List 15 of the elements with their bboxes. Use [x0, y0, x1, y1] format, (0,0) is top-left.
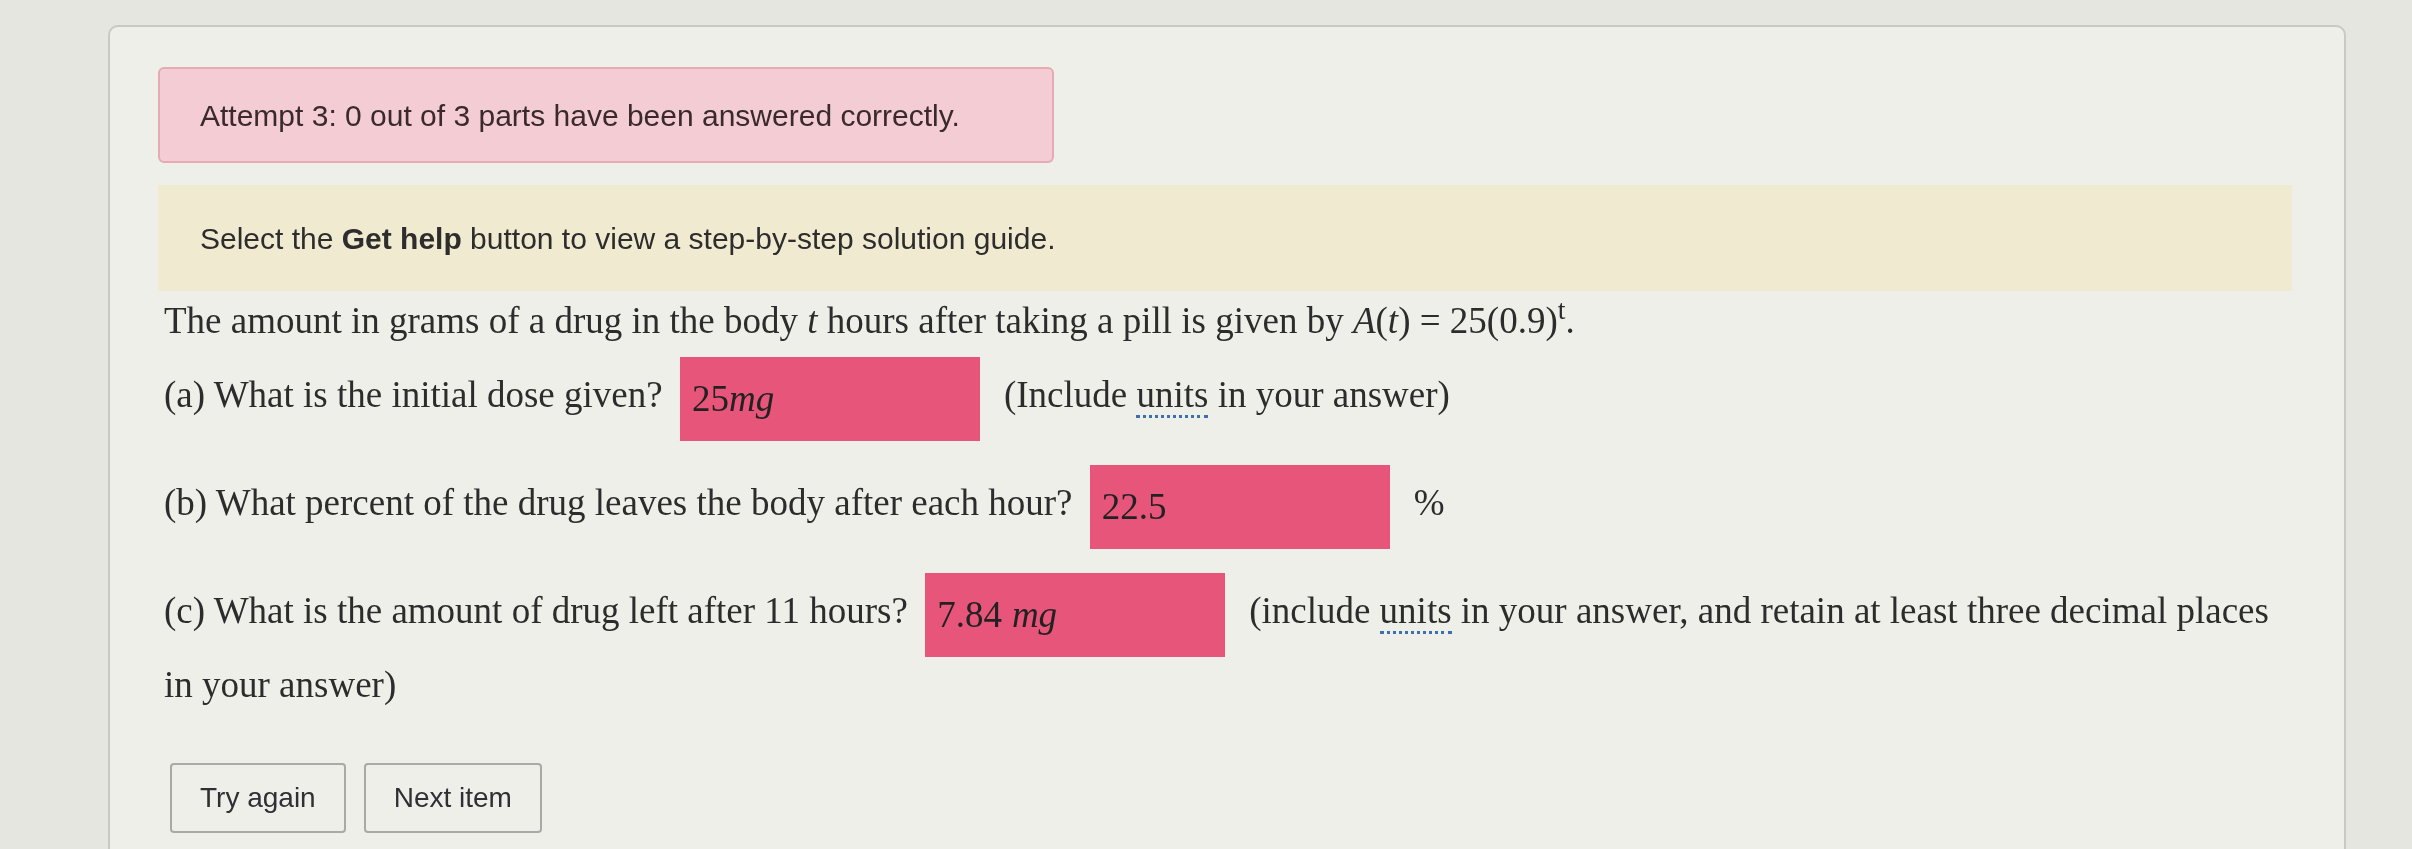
answer-field[interactable]: 22.5: [1089, 465, 1390, 549]
action-button[interactable]: Next item: [363, 763, 542, 833]
question-text: (a) What is the initial dose given?: [164, 374, 663, 416]
problem-text: The amount in grams of a drug in the body t hours after taking a pill is given by A(t) = 25(0.9)$^{t}$.: [164, 293, 1576, 343]
units-link[interactable]: units: [1136, 374, 1209, 419]
answer-field[interactable]: 7.84 mg: [925, 573, 1226, 657]
answer-field[interactable]: 25mg: [679, 357, 980, 441]
units-link[interactable]: units: [1379, 590, 1452, 635]
question-text: (b) What percent of the drug leaves the body after each hour?: [164, 482, 1073, 524]
unit-label: %: [1413, 482, 1445, 524]
result-alert: Attempt 3: 0 out of 3 parts have been answered correctly.: [158, 67, 1054, 163]
action-button[interactable]: Try again: [170, 763, 346, 833]
help-hint: Select the Get help button to view a step-by-step solution guide.: [200, 220, 1056, 257]
question-text: (c) What is the amount of drug left after 11 hours?: [164, 590, 908, 632]
answer-note: (Include units in your answer): [1003, 374, 1450, 416]
